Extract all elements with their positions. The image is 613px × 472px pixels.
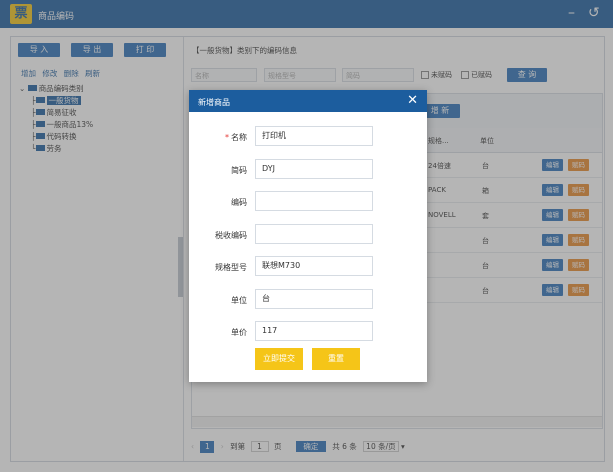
unit-field[interactable]: 台 bbox=[255, 289, 373, 309]
required-mark: * bbox=[225, 133, 229, 142]
unit-label: 单位 bbox=[231, 296, 247, 305]
name-label-text: 名称 bbox=[231, 133, 247, 142]
unit-price-field[interactable]: 117 bbox=[255, 321, 373, 341]
unit-price-label: 单价 bbox=[231, 328, 247, 337]
tax-code-field[interactable] bbox=[255, 224, 373, 244]
code-field[interactable] bbox=[255, 191, 373, 211]
dialog-header: 新增商品 ✕ bbox=[189, 90, 427, 112]
submit-button[interactable]: 立即提交 bbox=[255, 348, 303, 370]
short-code-field[interactable]: DYJ bbox=[255, 159, 373, 179]
tax-code-label: 税收编码 bbox=[215, 231, 247, 240]
reset-button[interactable]: 重置 bbox=[312, 348, 360, 370]
name-label: * 名称 bbox=[189, 132, 247, 143]
new-product-dialog: 新增商品 ✕ * 名称 打印机 简码 DYJ 编码 税收编码 规格型号 联想M73… bbox=[189, 90, 427, 382]
spec-field[interactable]: 联想M730 bbox=[255, 256, 373, 276]
short-code-label: 简码 bbox=[231, 166, 247, 175]
dialog-title: 新增商品 bbox=[198, 98, 230, 107]
code-label: 编码 bbox=[231, 198, 247, 207]
close-icon[interactable]: ✕ bbox=[407, 93, 418, 108]
spec-label: 规格型号 bbox=[215, 263, 247, 272]
name-field[interactable]: 打印机 bbox=[255, 126, 373, 146]
